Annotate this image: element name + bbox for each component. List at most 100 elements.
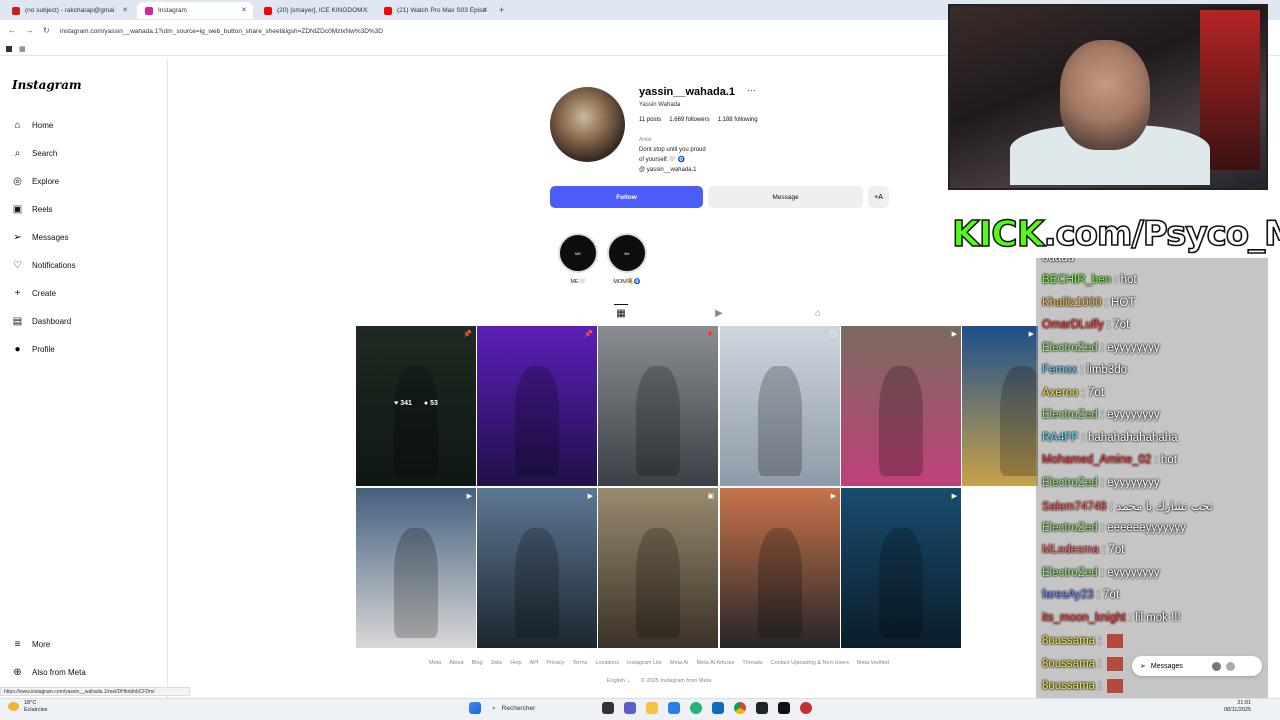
footer-link[interactable]: Threads xyxy=(742,660,762,666)
post-thumbnail[interactable]: 📌 xyxy=(477,326,597,486)
footer-link[interactable]: Locations xyxy=(595,660,619,666)
footer-link[interactable]: Meta AI xyxy=(670,660,689,666)
url-field[interactable]: instagram.com/yassin__wahada.1?utm_sourc… xyxy=(60,25,940,39)
tab-tagged[interactable]: ⌂ xyxy=(811,304,825,322)
post-subject xyxy=(879,366,923,476)
back-icon[interactable]: ← xyxy=(8,26,16,35)
messages-pill[interactable]: ➢ Messages xyxy=(1132,656,1262,676)
footer-link[interactable]: About xyxy=(449,660,463,666)
forward-icon[interactable]: → xyxy=(26,26,34,35)
sidebar-item-messages[interactable]: ➢ Messages xyxy=(12,227,68,247)
sidebar-item-create[interactable]: + Create xyxy=(12,283,56,303)
post-subject xyxy=(515,528,559,638)
profile-tabs: ▦ ▶ ⌂ xyxy=(356,304,962,324)
browser-tab[interactable]: (20) [smayer], ICE KINGDOM... ✕ xyxy=(256,2,374,19)
close-tab-icon[interactable]: ✕ xyxy=(482,6,488,14)
sidebar-item-profile[interactable]: ● Profile xyxy=(12,339,54,359)
post-thumbnail[interactable]: ▶ xyxy=(477,488,597,648)
close-tab-icon[interactable]: ✕ xyxy=(241,6,247,14)
follow-button[interactable]: Follow xyxy=(550,186,703,208)
post-thumbnail[interactable]: ▶ xyxy=(356,488,476,648)
tab-reels[interactable]: ▶ xyxy=(712,304,726,322)
highlight-circle[interactable]: ME xyxy=(558,233,598,273)
profile-stats: 11 posts 1,669 followers 1,188 following xyxy=(639,117,758,123)
footer-link[interactable]: Meta Verified xyxy=(857,660,889,666)
chat-text: : lil mok !!! xyxy=(1125,611,1181,624)
carousel-icon: ▢ xyxy=(829,331,836,338)
chat-text: : hahahahahahaha xyxy=(1078,431,1178,444)
browser-tab[interactable]: (21) Watch Pro Max S03 Episo ✕ xyxy=(376,2,494,19)
chrome-icon[interactable] xyxy=(734,702,746,714)
post-thumbnail[interactable]: ▢ xyxy=(720,326,840,486)
post-thumbnail[interactable]: 📌 xyxy=(598,326,718,486)
close-tab-icon[interactable]: ✕ xyxy=(362,6,368,14)
footer-link[interactable]: Instagram Lite xyxy=(627,660,662,666)
teams-icon[interactable] xyxy=(624,702,636,714)
tab-favicon-icon xyxy=(12,6,20,15)
edge-icon[interactable] xyxy=(690,702,702,714)
post-thumbnail[interactable]: ▣ xyxy=(598,488,718,648)
footer-link[interactable]: Blog xyxy=(472,660,483,666)
sidebar-item-more[interactable]: ≡ More xyxy=(12,634,51,654)
footer-link[interactable]: Meta xyxy=(429,660,441,666)
chat-text: : xyxy=(1095,680,1105,693)
browser-tab[interactable]: (no subject) - rakcharap@gmai ✕ xyxy=(4,2,134,19)
footer-link[interactable]: Contact Uploading & Non-Users xyxy=(771,660,849,666)
task-view-icon[interactable] xyxy=(602,702,614,714)
post-thumbnail[interactable]: ▶ xyxy=(841,488,961,648)
post-thumbnail[interactable]: ▶ xyxy=(720,488,840,648)
tab-label: (20) [smayer], ICE KINGDOM... xyxy=(277,7,369,14)
chat-message: ElectroZed : eeeeeeyyyyyyy xyxy=(1042,522,1186,534)
suggested-accounts-button[interactable]: +A xyxy=(868,186,889,208)
apps-grid-icon[interactable]: ▦ xyxy=(19,45,26,53)
app-icon[interactable] xyxy=(778,702,790,714)
taskbar-search[interactable]: ⌕ Rechercher xyxy=(488,701,598,716)
footer-link[interactable]: API xyxy=(530,660,539,666)
footer-link[interactable]: Meta AI Articles xyxy=(697,660,735,666)
file-explorer-icon[interactable] xyxy=(646,702,658,714)
close-tab-icon[interactable]: ✕ xyxy=(122,6,128,14)
sidebar-item-notifications[interactable]: ♡ Notifications xyxy=(12,255,76,275)
footer-link[interactable]: Terms xyxy=(572,660,587,666)
profile-avatar[interactable] xyxy=(550,87,625,162)
bookmark-icon[interactable] xyxy=(6,46,12,52)
footer-link[interactable]: Jobs xyxy=(491,660,503,666)
browser-tab[interactable]: Instagram ✕ xyxy=(137,2,253,19)
windows-start-icon[interactable] xyxy=(469,702,481,714)
footer-link[interactable]: Privacy xyxy=(546,660,564,666)
store-icon[interactable] xyxy=(668,702,680,714)
tab-favicon-icon xyxy=(145,6,153,15)
post-thumbnail[interactable]: ▶ xyxy=(962,326,1038,486)
highlight-circle[interactable]: life xyxy=(607,233,647,273)
chat-message-partial: ouadu xyxy=(1042,258,1074,264)
instagram-logo[interactable]: Instagram xyxy=(12,78,82,92)
outlook-icon[interactable] xyxy=(712,702,724,714)
weather-widget[interactable]: 18°C Éclaircies xyxy=(24,700,48,714)
footer-link[interactable]: Help xyxy=(510,660,521,666)
chat-message: 8oussama : xyxy=(1042,679,1123,693)
threads-link[interactable]: @ yassin__wahada.1 xyxy=(639,167,696,173)
sidebar-item-home[interactable]: ⌂ Home xyxy=(12,115,53,135)
sidebar-item-search[interactable]: ⌕ Search xyxy=(12,143,58,163)
profile-category: Artist xyxy=(639,137,652,143)
obs-icon[interactable] xyxy=(800,702,812,714)
tab-posts[interactable]: ▦ xyxy=(614,304,628,322)
post-thumbnail[interactable]: ▶ xyxy=(841,326,961,486)
chat-message: faresAy23 : 7ot xyxy=(1042,589,1119,601)
sidebar-item-also-from-meta[interactable]: ⊕ Also from Meta xyxy=(12,662,86,682)
taskbar-clock[interactable]: 21:01 08/11/2025 xyxy=(1224,700,1251,714)
language-select[interactable]: English ⌄ xyxy=(607,678,631,684)
chat-message: 8oussama : xyxy=(1042,634,1123,648)
new-tab-button[interactable]: + xyxy=(499,5,504,15)
sidebar-item-reels[interactable]: ▣ Reels xyxy=(12,199,53,219)
reload-icon[interactable]: ↻ xyxy=(43,26,50,35)
app-icon[interactable] xyxy=(756,702,768,714)
posts-count: 11 posts xyxy=(639,117,662,123)
taskbar-search-label: Rechercher xyxy=(501,705,536,712)
options-icon[interactable]: ··· xyxy=(747,85,756,95)
message-button[interactable]: Message xyxy=(708,186,863,208)
sidebar-item-dashboard[interactable]: ▤ Dashboard xyxy=(12,311,71,331)
followers-count[interactable]: 1,669 followers xyxy=(669,117,709,123)
following-count[interactable]: 1,188 following xyxy=(718,117,758,123)
sidebar-item-explore[interactable]: ◎ Explore xyxy=(12,171,59,191)
